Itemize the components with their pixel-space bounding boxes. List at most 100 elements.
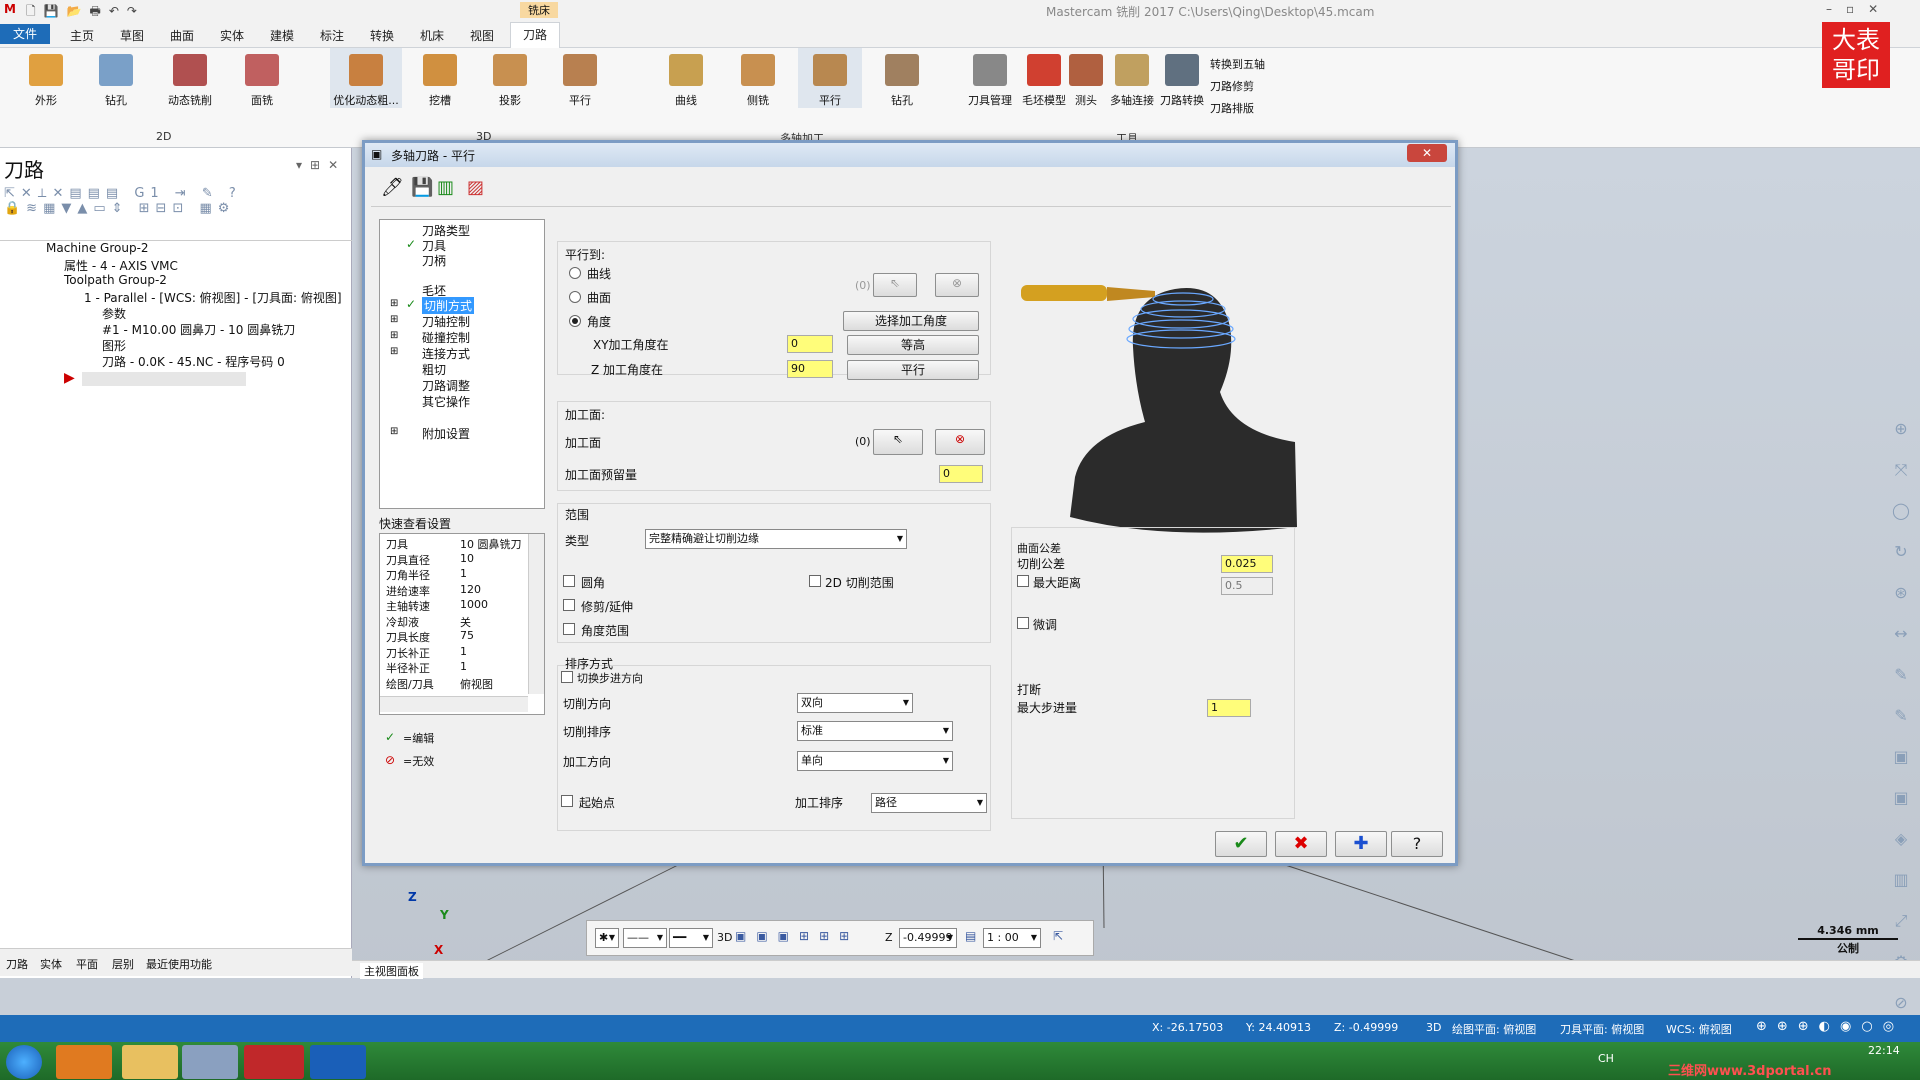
- ribbon-face-button[interactable]: 面铣: [232, 48, 292, 108]
- ribbon-multiaxis-link-button[interactable]: 多轴连接: [1104, 48, 1160, 108]
- parallel-button[interactable]: 平行: [847, 360, 979, 380]
- window-controls[interactable]: –▫✕: [1826, 2, 1892, 16]
- tab-planes[interactable]: 平面: [76, 956, 98, 972]
- fillet-checkbox[interactable]: [563, 575, 575, 587]
- insert-arrow-icon[interactable]: ▶: [64, 370, 75, 386]
- range2d-checkbox[interactable]: [809, 575, 821, 587]
- save-icon[interactable]: 💾: [411, 177, 433, 198]
- status-tplane[interactable]: 刀具平面: 俯视图: [1560, 1021, 1644, 1037]
- radio-angle[interactable]: [569, 315, 581, 327]
- tree-toolpath-nc[interactable]: 刀路 - 0.0K - 45.NC - 程序号码 0: [102, 353, 285, 370]
- ribbon-pocket-button[interactable]: 挖槽: [410, 48, 470, 108]
- nav-collision-control[interactable]: 碰撞控制: [422, 329, 470, 346]
- taskbar-media-player[interactable]: [56, 1045, 112, 1079]
- menu-transform[interactable]: 转换: [370, 27, 394, 44]
- cancel-button[interactable]: ✖: [1275, 831, 1327, 857]
- nav-holder[interactable]: 刀柄: [422, 252, 446, 269]
- ribbon-project-button[interactable]: 投影: [480, 48, 540, 108]
- taskbar-mastercam[interactable]: [244, 1045, 304, 1079]
- tool-icon[interactable]: 🖊: [381, 177, 404, 198]
- ribbon-convert-5axis[interactable]: 转换到五轴: [1210, 56, 1265, 72]
- menu-toolpaths[interactable]: 刀路: [510, 22, 560, 48]
- radio-curve[interactable]: [569, 267, 581, 279]
- expand-icon[interactable]: ⊞: [390, 330, 398, 341]
- ribbon-nesting[interactable]: 刀路排版: [1210, 100, 1254, 116]
- radio-surface[interactable]: [569, 291, 581, 303]
- tree-geometry[interactable]: 图形: [102, 337, 126, 354]
- machining-sort-select[interactable]: 路径: [871, 793, 987, 813]
- select-curve-button[interactable]: ⇖: [873, 273, 917, 297]
- clear-attributes-icon[interactable]: ⇱: [1053, 929, 1063, 943]
- menu-machine[interactable]: 机床: [420, 27, 444, 44]
- ribbon-swarf-button[interactable]: 侧铣: [728, 48, 788, 108]
- tab-toolpaths[interactable]: 刀路: [6, 956, 28, 972]
- ribbon-multiaxis-parallel-button[interactable]: 平行: [798, 48, 862, 108]
- machining-direction-select[interactable]: 单向: [797, 751, 953, 771]
- ribbon-curve-button[interactable]: 曲线: [656, 48, 716, 108]
- quick-view-hscrollbar[interactable]: [380, 696, 528, 712]
- nav-linking[interactable]: 连接方式: [422, 345, 470, 362]
- nav-tool-axis-control[interactable]: 刀轴控制: [422, 313, 470, 330]
- status-wcs[interactable]: WCS: 俯视图: [1666, 1021, 1732, 1037]
- nav-additional-settings[interactable]: 附加设置: [422, 425, 470, 442]
- ribbon-multiaxis-drill-button[interactable]: 钻孔: [872, 48, 932, 108]
- point-style-select[interactable]: ✱: [595, 928, 619, 948]
- ribbon-contour-button[interactable]: 外形: [16, 48, 76, 108]
- tab-main-view[interactable]: 主视图面板: [360, 963, 423, 979]
- select-drive-surface-button[interactable]: ⇖: [873, 429, 923, 455]
- panel-controls[interactable]: ▾⊞✕: [296, 158, 346, 172]
- menu-sketch[interactable]: 草图: [120, 27, 144, 44]
- menu-model[interactable]: 建模: [270, 27, 294, 44]
- contour-button[interactable]: 等高: [847, 335, 979, 355]
- max-step-input[interactable]: 1: [1207, 699, 1251, 717]
- ribbon-parallel-3d-button[interactable]: 平行: [550, 48, 610, 108]
- mode-3d-toggle[interactable]: 3D: [717, 931, 732, 944]
- quick-access-toolbar[interactable]: 🗋💾📂🖶↶↷: [26, 2, 145, 23]
- taskbar-explorer[interactable]: [122, 1045, 178, 1079]
- ribbon-probe-button[interactable]: 测头: [1066, 48, 1106, 108]
- tree-parameters[interactable]: 参数: [102, 305, 126, 322]
- menu-surface[interactable]: 曲面: [170, 27, 194, 44]
- status-gplane[interactable]: 绘图平面: 俯视图: [1452, 1021, 1536, 1037]
- expand-icon[interactable]: ⊞: [390, 298, 398, 309]
- level-icon[interactable]: ▤: [965, 929, 976, 943]
- cut-direction-select[interactable]: 双向: [797, 693, 913, 713]
- switch-step-checkbox[interactable]: [561, 671, 573, 683]
- line-width-select[interactable]: ━━: [669, 928, 713, 948]
- ribbon-trim-toolpath[interactable]: 刀路修剪: [1210, 78, 1254, 94]
- tree-operation-parallel[interactable]: 1 - Parallel - [WCS: 俯视图] - [刀具面: 俯视图]: [84, 289, 342, 306]
- tab-levels[interactable]: 层别: [112, 956, 134, 972]
- toolpath-toolbar[interactable]: ⇱✕⟂✕▤▤▤ G1 ⇥ ✎ ? 🔒≋▦▼▲▭⇕ ⊞⊟⊡ ▦⚙: [4, 186, 344, 226]
- nav-cut-pattern[interactable]: 切削方式: [422, 297, 475, 314]
- tree-toolpath-group[interactable]: Toolpath Group-2: [64, 273, 167, 287]
- cut-tolerance-input[interactable]: 0.025: [1221, 555, 1273, 573]
- clock-time[interactable]: 22:14: [1868, 1044, 1900, 1057]
- select-angle-button[interactable]: 选择加工角度: [843, 311, 979, 331]
- menu-solid[interactable]: 实体: [220, 27, 244, 44]
- ribbon-stock-model-button[interactable]: 毛坯模型: [1016, 48, 1072, 108]
- start-point-checkbox[interactable]: [561, 795, 573, 807]
- nav-other-operations[interactable]: 其它操作: [422, 393, 470, 410]
- clear-drive-surface-button[interactable]: ⊗: [935, 429, 985, 455]
- max-distance-checkbox[interactable]: [1017, 575, 1029, 587]
- color-tools[interactable]: ▣▣▣⊞⊞⊞: [735, 929, 859, 943]
- tab-recent[interactable]: 最近使用功能: [146, 956, 212, 972]
- ribbon-optirough-button[interactable]: 优化动态粗...: [330, 48, 402, 108]
- cut-order-select[interactable]: 标准: [797, 721, 953, 741]
- level-select[interactable]: 1 : 00: [983, 928, 1041, 948]
- nav-roughing[interactable]: 粗切: [422, 361, 446, 378]
- nav-toolpath-adjust[interactable]: 刀路调整: [422, 377, 470, 394]
- view-tools-strip[interactable]: ⊕⤧◯↻⊛↔✎✎▣▣◈▥⤢⚙⊘: [1887, 408, 1915, 1012]
- tree-machine-group[interactable]: Machine Group-2: [46, 241, 149, 255]
- trim-extend-checkbox[interactable]: [563, 599, 575, 611]
- apply-button[interactable]: ✚: [1335, 831, 1387, 857]
- angle-range-checkbox[interactable]: [563, 623, 575, 635]
- range-type-select[interactable]: 完整精确避让切削边缘: [645, 529, 907, 549]
- max-distance-input[interactable]: 0.5: [1221, 577, 1273, 595]
- tree-properties[interactable]: 属性 - 4 - AXIS VMC: [64, 257, 178, 274]
- xy-angle-input[interactable]: 0: [787, 335, 833, 353]
- expand-icon[interactable]: ⊞: [390, 314, 398, 325]
- help-button[interactable]: ?: [1391, 831, 1443, 857]
- ribbon-toolpath-transform-button[interactable]: 刀路转换: [1156, 48, 1208, 108]
- expand-icon[interactable]: ⊞: [390, 346, 398, 357]
